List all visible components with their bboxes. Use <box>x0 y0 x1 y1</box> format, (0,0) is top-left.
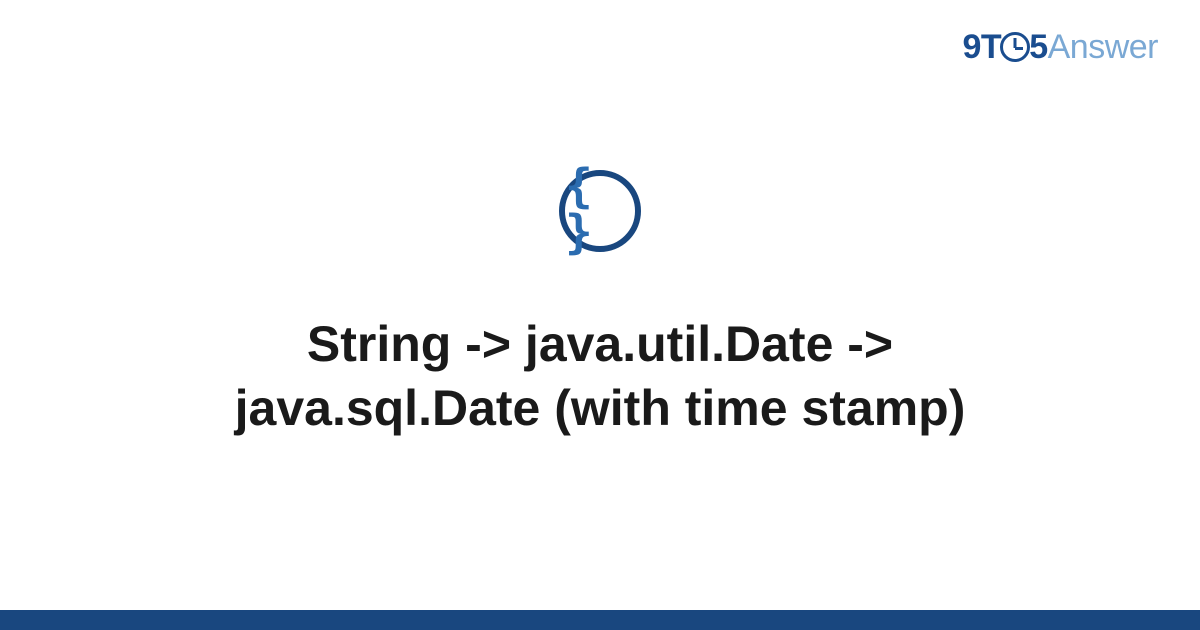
footer-accent-bar <box>0 610 1200 630</box>
category-icon-circle: { } <box>559 170 641 252</box>
main-content: { } String -> java.util.Date -> java.sql… <box>0 0 1200 610</box>
question-title: String -> java.util.Date -> java.sql.Dat… <box>140 312 1060 440</box>
code-braces-icon: { } <box>565 163 635 255</box>
